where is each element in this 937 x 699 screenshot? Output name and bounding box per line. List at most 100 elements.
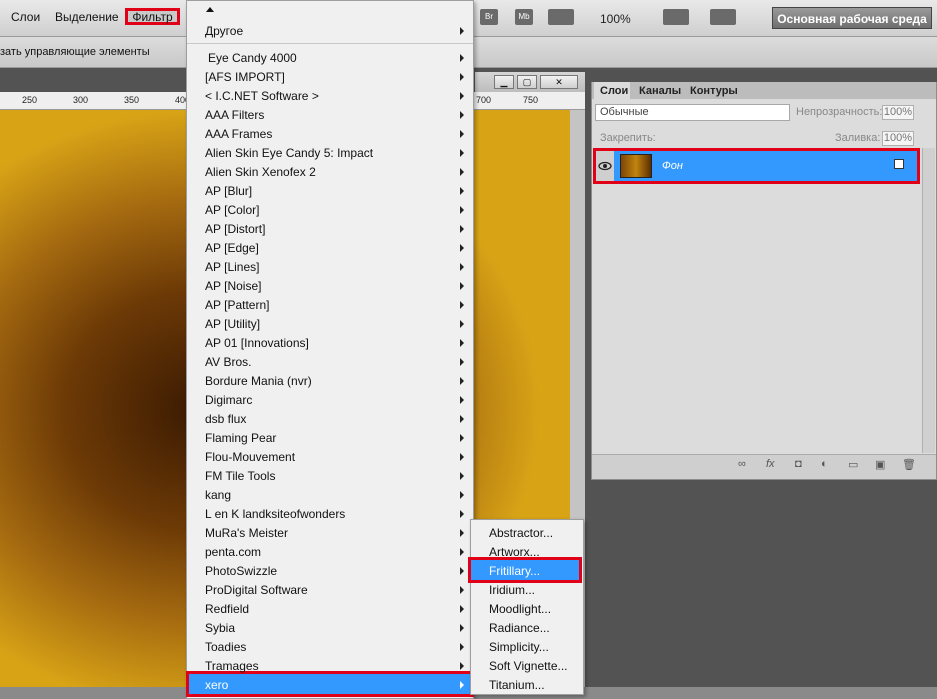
filter-menu-item[interactable]: Flou-Mouvement <box>205 450 295 464</box>
filter-menu-item[interactable]: AP [Utility] <box>205 317 260 331</box>
filter-menu-item[interactable]: AP [Distort] <box>205 222 265 236</box>
submenu-arrow-icon <box>460 415 464 423</box>
filter-menu-item[interactable]: MuRa's Meister <box>205 526 288 540</box>
filter-menu-item[interactable]: [AFS IMPORT] <box>205 70 285 84</box>
filter-menu-item[interactable]: penta.com <box>205 545 261 559</box>
submenu-arrow-icon <box>460 681 464 689</box>
tab-layers[interactable]: Слои <box>600 85 628 97</box>
minibridge-button[interactable]: Mb <box>515 9 533 25</box>
filter-menu-item[interactable]: AP [Lines] <box>205 260 259 274</box>
add-mask-icon[interactable]: ◘ <box>795 458 802 470</box>
filter-menu-item[interactable]: AAA Frames <box>205 127 272 141</box>
xero-submenu-item[interactable]: Artworx... <box>489 545 540 559</box>
layer-name[interactable]: Фон <box>662 160 683 172</box>
submenu-arrow-icon <box>460 548 464 556</box>
tab-channels[interactable]: Каналы <box>639 85 681 97</box>
blend-mode-select[interactable]: Обычные <box>595 104 790 121</box>
filter-menu-item[interactable]: ProDigital Software <box>205 583 308 597</box>
filter-menu-item[interactable]: Toadies <box>205 640 246 654</box>
fill-label: Заливка: <box>835 132 881 144</box>
submenu-arrow-icon <box>460 27 464 35</box>
xero-submenu-item[interactable]: Simplicity... <box>489 640 549 654</box>
new-layer-icon[interactable]: ▣ <box>875 458 885 471</box>
filter-menu-item[interactable]: AP [Blur] <box>205 184 252 198</box>
menu-item-xero-highlight[interactable] <box>186 671 474 697</box>
layer-style-icon[interactable]: fx <box>766 458 775 470</box>
lock-icon <box>894 159 904 169</box>
maximize-button[interactable]: ▢ <box>517 75 537 89</box>
menu-select[interactable]: Выделение <box>55 10 119 24</box>
eye-icon[interactable] <box>596 151 614 181</box>
submenu-arrow-icon <box>460 643 464 651</box>
minimize-button[interactable]: ▁ <box>494 75 514 89</box>
xero-submenu-item[interactable]: Abstractor... <box>489 526 553 540</box>
ruler-tick: 700 <box>476 95 492 105</box>
xero-submenu-item[interactable]: Fritillary... <box>489 564 540 578</box>
fill-field[interactable]: 100% <box>882 131 914 146</box>
menu-filter[interactable]: Фильтр <box>125 8 180 25</box>
submenu-arrow-icon <box>460 282 464 290</box>
panel-header[interactable] <box>591 70 937 82</box>
ruler-tick: 250 <box>22 95 38 105</box>
filter-menu-item[interactable]: kang <box>205 488 231 502</box>
filter-menu-item[interactable]: Tramages <box>205 659 259 673</box>
filter-menu-item[interactable]: AP 01 [Innovations] <box>205 336 309 350</box>
menu-item-other[interactable]: Другое <box>205 24 243 38</box>
filter-menu-item[interactable]: AP [Edge] <box>205 241 259 255</box>
filter-menu-item[interactable]: AV Bros. <box>205 355 251 369</box>
extras-button[interactable] <box>548 9 574 25</box>
submenu-arrow-icon <box>460 396 464 404</box>
submenu-arrow-icon <box>460 529 464 537</box>
filter-menu-item[interactable]: L en K landksiteofwonders <box>205 507 345 521</box>
xero-submenu-item[interactable]: Titanium... <box>489 678 545 692</box>
show-transform-controls-label[interactable]: зать управляющие элементы <box>0 46 150 58</box>
trash-icon[interactable]: 🗑 <box>902 458 916 471</box>
filter-menu-item[interactable]: PhotoSwizzle <box>205 564 277 578</box>
filter-menu-item[interactable]: < I.C.NET Software > <box>205 89 319 103</box>
filter-menu-item[interactable]: Bordure Mania (nvr) <box>205 374 312 388</box>
submenu-arrow-icon <box>460 624 464 632</box>
filter-menu-item[interactable]: Alien Skin Xenofex 2 <box>205 165 316 179</box>
xero-submenu-item[interactable]: Soft Vignette... <box>489 659 568 673</box>
submenu-arrow-icon <box>460 263 464 271</box>
submenu-arrow-icon <box>460 491 464 499</box>
lock-label: Закрепить: <box>600 132 656 144</box>
filter-menu-item[interactable]: AP [Pattern] <box>205 298 269 312</box>
submenu-arrow-icon <box>460 168 464 176</box>
submenu-arrow-icon <box>460 662 464 670</box>
opacity-field[interactable]: 100% <box>882 105 914 120</box>
submenu-arrow-icon <box>460 187 464 195</box>
filter-menu-item[interactable]: Sybia <box>205 621 235 635</box>
zoom-level[interactable]: 100% <box>600 12 631 26</box>
submenu-arrow-icon <box>460 320 464 328</box>
adjustment-layer-icon[interactable]: ◐ <box>821 458 828 470</box>
new-group-icon[interactable]: ▭ <box>848 458 858 471</box>
close-button[interactable]: ✕ <box>540 75 578 89</box>
filter-menu-item[interactable]: AAA Filters <box>205 108 264 122</box>
screen-mode-button[interactable] <box>710 9 736 25</box>
filter-menu-item[interactable]: dsb flux <box>205 412 246 426</box>
xero-submenu-item[interactable]: Radiance... <box>489 621 550 635</box>
filter-menu-item[interactable]: AP [Color] <box>205 203 259 217</box>
filter-menu-item[interactable]: Redfield <box>205 602 249 616</box>
filter-menu-item[interactable]: FM Tile Tools <box>205 469 275 483</box>
xero-submenu-item[interactable]: Iridium... <box>489 583 535 597</box>
filter-menu-item[interactable]: Digimarc <box>205 393 252 407</box>
filter-menu-item[interactable]: AP [Noise] <box>205 279 261 293</box>
filter-menu-item[interactable]: Eye Candy 4000 <box>208 51 297 65</box>
scroll-up-arrow-icon[interactable] <box>206 7 214 12</box>
submenu-arrow-icon <box>460 206 464 214</box>
filter-menu-item[interactable]: Flaming Pear <box>205 431 276 445</box>
link-layers-icon[interactable]: ∞ <box>738 458 746 470</box>
tab-paths[interactable]: Контуры <box>690 85 738 97</box>
submenu-arrow-icon <box>460 377 464 385</box>
menu-layers[interactable]: Слои <box>11 10 40 24</box>
panel-scrollbar[interactable] <box>922 148 935 453</box>
workspace-switcher[interactable]: Основная рабочая среда <box>772 7 932 29</box>
filter-menu-item[interactable]: Alien Skin Eye Candy 5: Impact <box>205 146 373 160</box>
arrange-documents-button[interactable] <box>663 9 689 25</box>
filter-menu-item[interactable]: xero <box>205 678 228 692</box>
xero-submenu-item[interactable]: Moodlight... <box>489 602 551 616</box>
bridge-button[interactable]: Br <box>480 9 498 25</box>
submenu-arrow-icon <box>460 605 464 613</box>
